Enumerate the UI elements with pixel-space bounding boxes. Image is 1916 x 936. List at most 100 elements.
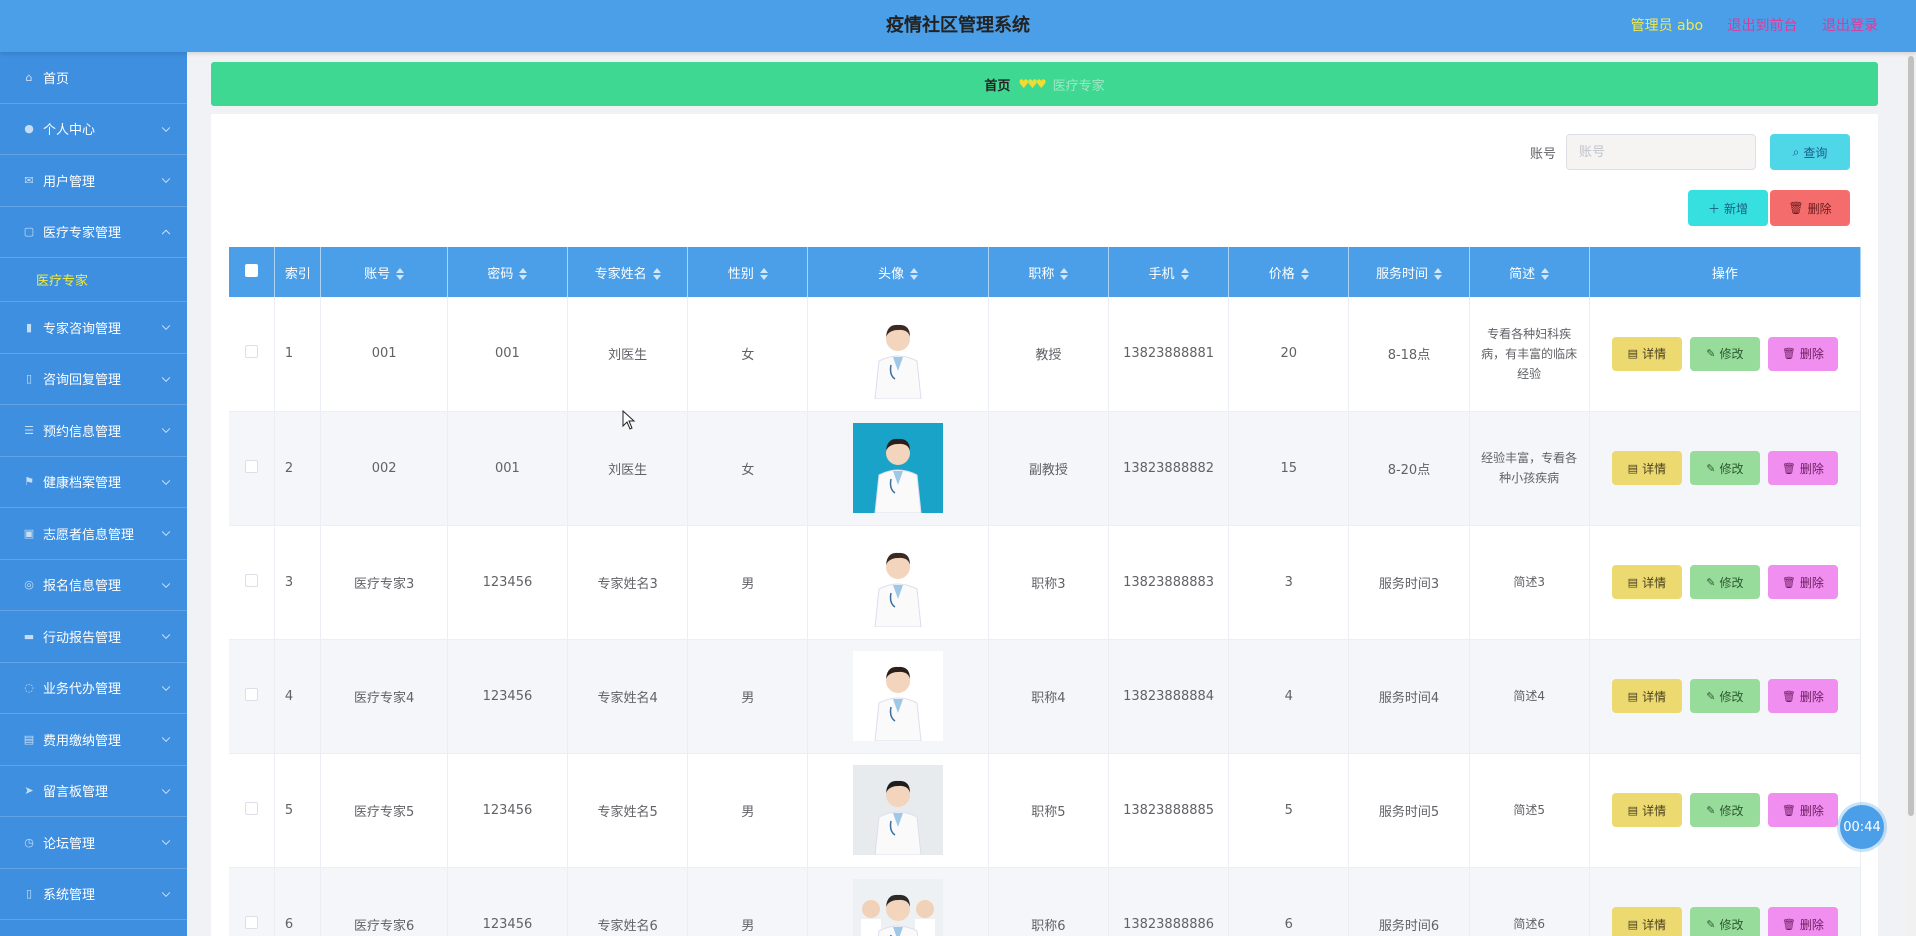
cell-description: 简述3 xyxy=(1469,525,1590,640)
table-row[interactable]: 3 医疗专家3 123456 专家姓名3 男职称3 13823888883 3 服务时间3 简述… xyxy=(229,525,1862,640)
delete-button[interactable]: 🗑 删除 xyxy=(1767,565,1838,599)
chevron-icon xyxy=(161,373,171,382)
col-account[interactable]: 账号 xyxy=(320,247,448,297)
row-select-cell[interactable] xyxy=(229,297,275,412)
sort-icon[interactable] xyxy=(396,268,405,280)
detail-button[interactable]: ▤ 详情 xyxy=(1611,336,1682,371)
col-price[interactable]: 价格 xyxy=(1228,247,1350,297)
sidebar-item-7[interactable]: ⚑ 健康档案管理 xyxy=(0,457,187,508)
cell-avatar xyxy=(807,411,989,526)
detail-button[interactable]: ▤ 详情 xyxy=(1611,793,1682,827)
row-checkbox[interactable] xyxy=(244,345,258,359)
sidebar-item-9[interactable]: ◎ 报名信息管理 xyxy=(0,560,187,611)
account-search-input[interactable] xyxy=(1566,134,1756,170)
row-select-cell[interactable] xyxy=(229,411,275,526)
table-row[interactable]: 4 医疗专家4 123456 专家姓名4 男职称4 13823888884 4 服务时间4 简述… xyxy=(229,639,1862,754)
sort-icon[interactable] xyxy=(1060,268,1069,280)
doc-icon: ▢ xyxy=(23,225,35,239)
timer-badge[interactable]: 00:44 xyxy=(1840,805,1884,849)
row-checkbox[interactable] xyxy=(244,459,258,473)
row-checkbox[interactable] xyxy=(244,915,258,929)
col-gender[interactable]: 性别 xyxy=(687,247,809,297)
sidebar-item-15[interactable]: ▯ 系统管理 xyxy=(0,869,187,920)
sidebar-item-8[interactable]: ▣ 志愿者信息管理 xyxy=(0,508,187,560)
edit-button[interactable]: ✎ 修改 xyxy=(1689,451,1760,485)
row-checkbox[interactable] xyxy=(244,573,258,587)
logout-link[interactable]: 退出登录 xyxy=(1822,18,1878,34)
row-checkbox[interactable] xyxy=(244,687,258,701)
edit-button[interactable]: ✎ 修改 xyxy=(1689,336,1760,371)
sidebar-item-0[interactable]: ⌂ 首页 xyxy=(0,52,187,104)
delete-button[interactable]: 🗑 删除 xyxy=(1767,907,1838,936)
col-password[interactable]: 密码 xyxy=(447,247,569,297)
admin-label: 管理员 abo xyxy=(1630,18,1704,34)
col-title[interactable]: 职称 xyxy=(988,247,1109,297)
col-description[interactable]: 简述 xyxy=(1469,247,1590,297)
sort-icon[interactable] xyxy=(1541,268,1550,280)
cell-index: 2 xyxy=(274,411,322,526)
sidebar-item-4[interactable]: ▮ 专家咨询管理 xyxy=(0,302,187,354)
page-scrollbar[interactable] xyxy=(1906,52,1916,936)
sort-icon[interactable] xyxy=(910,268,919,280)
sidebar-item-11[interactable]: ◌ 业务代办管理 xyxy=(0,663,187,714)
edit-button[interactable]: ✎ 修改 xyxy=(1689,793,1760,827)
sidebar-item-1[interactable]: ● 个人中心 xyxy=(0,104,187,155)
delete-button[interactable]: 🗑 删除 xyxy=(1767,336,1838,371)
scrollbar-thumb[interactable] xyxy=(1908,56,1914,816)
sidebar-item-6[interactable]: ☰ 预约信息管理 xyxy=(0,405,187,457)
sort-icon[interactable] xyxy=(1300,268,1309,280)
query-button[interactable]: ⌕ 查询 xyxy=(1770,134,1850,170)
detail-button[interactable]: ▤ 详情 xyxy=(1611,451,1682,485)
sidebar-item-10[interactable]: ▬ 行动报告管理 xyxy=(0,611,187,663)
add-button[interactable]: ＋ 新增 xyxy=(1688,190,1768,226)
edit-button[interactable]: ✎ 修改 xyxy=(1689,679,1760,713)
document-icon: ▤ xyxy=(1627,347,1639,361)
col-name[interactable]: 专家姓名 xyxy=(567,247,689,297)
sidebar-item-5[interactable]: ▯ 咨询回复管理 xyxy=(0,354,187,405)
row-select-cell[interactable] xyxy=(229,867,275,936)
document-icon: ▤ xyxy=(1627,689,1639,703)
sidebar-item-13[interactable]: ➤ 留言板管理 xyxy=(0,766,187,817)
sidebar-item-14[interactable]: ◷ 论坛管理 xyxy=(0,817,187,869)
select-all-cell[interactable] xyxy=(229,247,275,297)
submenu-medical-expert[interactable]: 医疗专家 xyxy=(0,258,187,302)
exit-to-front-link[interactable]: 退出到前台 xyxy=(1728,18,1798,34)
pencil-icon: ✎ xyxy=(1706,917,1716,931)
row-select-cell[interactable] xyxy=(229,753,275,868)
breadcrumb-home[interactable]: 首页 xyxy=(984,75,1010,94)
edit-button[interactable]: ✎ 修改 xyxy=(1689,565,1760,599)
row-checkbox[interactable] xyxy=(244,801,258,815)
cell-gender: 男 xyxy=(687,525,809,640)
detail-button[interactable]: ▤ 详情 xyxy=(1611,679,1682,713)
row-select-cell[interactable] xyxy=(229,639,275,754)
sidebar-item-label: 医疗专家管理 xyxy=(43,226,122,242)
edit-button[interactable]: ✎ 修改 xyxy=(1689,907,1760,936)
detail-button[interactable]: ▤ 详情 xyxy=(1611,565,1682,599)
table-row[interactable]: 5 医疗专家5 123456 专家姓名5 男职称5 13823888885 5 服务时间5 简述… xyxy=(229,753,1862,868)
delete-button[interactable]: 🗑 删除 xyxy=(1767,451,1838,485)
sort-icon[interactable] xyxy=(519,268,528,280)
col-phone[interactable]: 手机 xyxy=(1108,247,1230,297)
wallet-icon: ▤ xyxy=(23,732,35,746)
sidebar-item-3[interactable]: ▢ 医疗专家管理 xyxy=(0,207,187,258)
sort-icon[interactable] xyxy=(1433,268,1442,280)
sort-icon[interactable] xyxy=(759,268,768,280)
table-row[interactable]: 1 001 001 刘医生女教授 13823888881 20 8-18点 专看各种妇科疾病，… xyxy=(229,297,1862,412)
sort-icon[interactable] xyxy=(652,268,661,280)
delete-button[interactable]: 🗑 删除 xyxy=(1767,793,1838,827)
chevron-icon xyxy=(161,527,171,537)
table-row[interactable]: 2 002 001 刘医生女副教授 13823888882 15 8-20点 经验丰富，专看各… xyxy=(229,411,1862,526)
col-avatar[interactable]: 头像 xyxy=(807,247,989,297)
delete-button[interactable]: 🗑 删除 xyxy=(1767,679,1838,713)
row-select-cell[interactable] xyxy=(229,525,275,640)
sidebar-item-12[interactable]: ▤ 费用缴纳管理 xyxy=(0,714,187,766)
table-row[interactable]: 6 医疗专家6 123456 专家姓名6 男职称6 13823888886 6 服务时间6 简述… xyxy=(229,867,1862,936)
col-service-time[interactable]: 服务时间 xyxy=(1348,247,1470,297)
sort-icon[interactable] xyxy=(1180,268,1189,280)
chevron-icon xyxy=(161,229,171,238)
cell-service-time: 8-18点 xyxy=(1348,297,1470,412)
sidebar-item-2[interactable]: ✉ 用户管理 xyxy=(0,155,187,207)
batch-delete-button[interactable]: 🗑 删除 xyxy=(1770,190,1850,226)
detail-button[interactable]: ▤ 详情 xyxy=(1611,907,1682,936)
select-all-checkbox[interactable] xyxy=(244,263,258,277)
